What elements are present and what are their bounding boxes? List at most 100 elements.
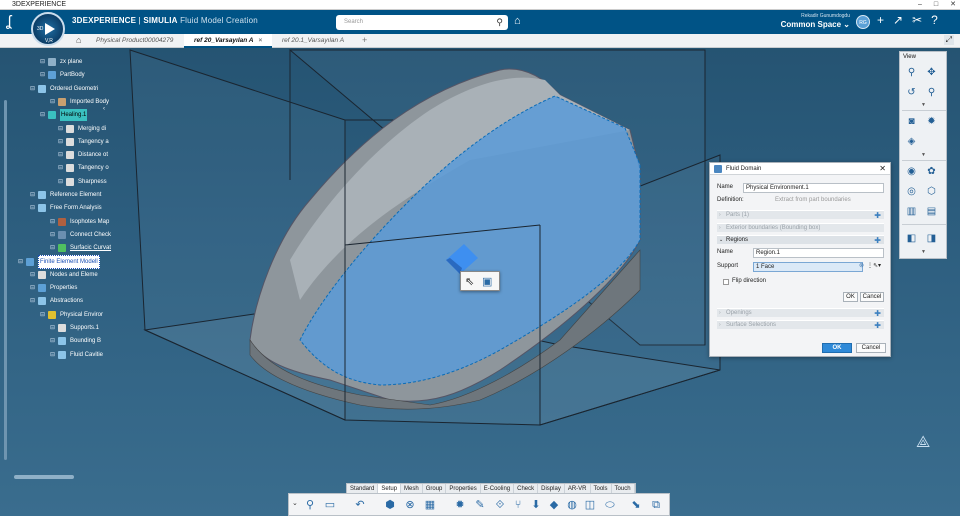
tree-node[interactable]: ⊟ Reference Element bbox=[30, 189, 101, 201]
page-icon[interactable]: ▭ bbox=[323, 498, 337, 512]
help-icon[interactable]: ? bbox=[931, 13, 938, 27]
settings-icon[interactable]: ✹ bbox=[453, 498, 467, 512]
tree-node[interactable]: ⊟ Free Form Analysis bbox=[30, 202, 102, 214]
hide-show-icon[interactable]: ◧ bbox=[904, 231, 919, 246]
minimize-button[interactable]: – bbox=[918, 0, 922, 10]
zoom-fit-icon[interactable]: ⚲ bbox=[303, 498, 317, 512]
mesh-part-icon[interactable]: ⟐ bbox=[493, 498, 507, 512]
tree-node[interactable]: ⊟ Healing.1 bbox=[40, 109, 88, 122]
tree-expander-icon[interactable]: ⊟ bbox=[58, 123, 64, 135]
region-cancel-button[interactable]: Cancel bbox=[860, 292, 884, 302]
tree-expander-icon[interactable]: ⊟ bbox=[58, 176, 64, 188]
tree-node[interactable]: ⊟ Isophotes Map bbox=[50, 216, 109, 228]
tree-node[interactable]: ⊟ Tangency o bbox=[58, 162, 109, 174]
tab-physical-product[interactable]: Physical Product00004279 bbox=[86, 34, 183, 48]
action-tab[interactable]: Touch bbox=[612, 484, 635, 493]
tree-expander-icon[interactable]: ⊟ bbox=[58, 136, 64, 148]
camera-icon[interactable]: ◎ bbox=[904, 184, 919, 199]
tree-expander-icon[interactable]: ⊟ bbox=[50, 229, 56, 241]
table-icon[interactable]: ▦ bbox=[423, 498, 437, 512]
select-cursor-icon[interactable]: ⇖ bbox=[465, 275, 474, 288]
tree-node[interactable]: ⊟ Tangency a bbox=[58, 136, 109, 148]
definition-select[interactable]: Extract from part boundaries bbox=[773, 196, 884, 206]
action-tab[interactable]: Group bbox=[423, 484, 447, 493]
zoom-icon[interactable]: ⚲ bbox=[924, 85, 939, 100]
tree-node[interactable]: ⊟ Merging di bbox=[58, 123, 106, 135]
tree-node[interactable]: ⊟ zx plane bbox=[40, 56, 82, 68]
tools-icon[interactable]: ✂ bbox=[912, 13, 922, 27]
selection-mode-icon[interactable]: ⇖▾ bbox=[873, 262, 881, 269]
ok-button[interactable]: OK bbox=[822, 343, 852, 353]
tree-expander-icon[interactable]: ⊟ bbox=[30, 295, 36, 307]
action-tab[interactable]: AR-VR bbox=[565, 484, 591, 493]
tree-expander-icon[interactable]: ⊟ bbox=[50, 216, 56, 228]
render-icon[interactable]: ◉ bbox=[904, 164, 919, 179]
tag-icon[interactable]: ⌂ bbox=[514, 15, 521, 27]
rotate-icon[interactable]: ↺ bbox=[904, 85, 919, 100]
clear-selection-icon[interactable]: ⊗ bbox=[859, 262, 864, 269]
tab-ref20-1[interactable]: ref 20.1_Varsayılan A bbox=[272, 34, 354, 48]
cylinder-icon[interactable]: ◍ bbox=[565, 498, 579, 512]
add-icon[interactable]: ✚ bbox=[874, 309, 881, 318]
brush-icon[interactable]: ✎ bbox=[473, 498, 487, 512]
tree-expander-icon[interactable]: ⊟ bbox=[58, 162, 64, 174]
tree-node[interactable]: ⊟ Ordered Geometri bbox=[30, 83, 98, 95]
tree-expander-icon[interactable]: ⊟ bbox=[40, 69, 46, 81]
add-icon[interactable]: ✚ bbox=[874, 211, 881, 220]
undo-icon[interactable]: ↶ bbox=[353, 498, 367, 512]
3d-compass-icon[interactable]: ⟁ bbox=[916, 434, 930, 452]
flip-direction-checkbox[interactable] bbox=[723, 279, 729, 285]
chevron-down-icon[interactable]: ⌄ bbox=[292, 499, 298, 507]
tree-expander-icon[interactable]: ⊟ bbox=[30, 83, 36, 95]
compass-widget[interactable]: 3D V,R bbox=[31, 12, 65, 46]
appearance-icon[interactable]: ✿ bbox=[924, 164, 939, 179]
swap-visible-icon[interactable]: ◨ bbox=[924, 231, 939, 246]
maximize-button[interactable]: □ bbox=[934, 0, 938, 10]
search-input[interactable]: Search ⚲ bbox=[336, 15, 508, 30]
collab-space[interactable]: Common Space ⌄ bbox=[781, 20, 850, 29]
name-field[interactable]: Physical Environment.1 bbox=[743, 183, 884, 193]
tree-vertical-scrollbar[interactable] bbox=[4, 100, 7, 460]
tree-node[interactable]: ⊟ Distance ot bbox=[58, 149, 108, 161]
view-settings-icon[interactable]: ✹ bbox=[924, 114, 939, 129]
tree-node[interactable]: ⊟ Nodes and Eleme bbox=[30, 269, 98, 281]
action-tab[interactable]: Mesh bbox=[401, 484, 423, 493]
tree-node[interactable]: ⊟ Bounding B bbox=[50, 335, 101, 347]
close-window-button[interactable]: ✕ bbox=[950, 0, 956, 10]
tree-expander-icon[interactable]: ⊟ bbox=[18, 256, 24, 268]
tree-node[interactable]: ⊟ Connect Check bbox=[50, 229, 111, 241]
tree-node[interactable]: ⊟ Surfacic Curvat bbox=[50, 242, 111, 254]
close-tab-icon[interactable]: × bbox=[259, 37, 263, 44]
tree-node[interactable]: ⊟ Supports.1 bbox=[50, 322, 99, 334]
add-icon[interactable]: ✚ bbox=[874, 321, 881, 330]
tree-node[interactable]: ⊟ Fluid Cavitie bbox=[50, 349, 103, 361]
clipping-icon[interactable]: ▤ bbox=[924, 204, 939, 219]
import-icon[interactable]: ⬇ bbox=[529, 498, 543, 512]
action-tab[interactable]: Display bbox=[538, 484, 565, 493]
exterior-boundaries-section[interactable]: › Exterior boundaries (Bounding box) bbox=[717, 223, 884, 232]
tree-node[interactable]: ⊟ Physical Enviror bbox=[40, 309, 103, 321]
support-field[interactable]: 1 Face bbox=[753, 262, 863, 272]
tree-node[interactable]: ⊟ Sharpness bbox=[58, 176, 107, 188]
region-ok-button[interactable]: OK bbox=[843, 292, 858, 302]
measure-icon[interactable]: ⬭ bbox=[603, 498, 617, 512]
tree-expander-icon[interactable]: ⊟ bbox=[30, 189, 36, 201]
tree-expander-icon[interactable]: ⊟ bbox=[50, 242, 56, 254]
tree-expander-icon[interactable]: ⊟ bbox=[30, 269, 36, 281]
section-icon[interactable]: ▥ bbox=[904, 204, 919, 219]
action-tab[interactable]: Check bbox=[514, 484, 539, 493]
home-icon[interactable]: ⌂ bbox=[76, 35, 81, 45]
tree-expander-icon[interactable]: ⊟ bbox=[40, 309, 46, 321]
tree-expander-icon[interactable]: ⊟ bbox=[58, 149, 64, 161]
tree-node[interactable]: ⊟ Properties bbox=[30, 282, 77, 294]
section-tool-icon[interactable]: ◫ bbox=[583, 498, 597, 512]
parts-section[interactable]: › Parts (1) ✚ bbox=[717, 210, 884, 220]
close-icon[interactable]: ✕ bbox=[879, 163, 886, 175]
pan-icon[interactable]: ✥ bbox=[924, 65, 939, 80]
surface-selections-section[interactable]: › Surface Selections ✚ bbox=[717, 320, 884, 330]
action-tab[interactable]: Tools bbox=[591, 484, 612, 493]
user-info[interactable]: Rekadir Gunumdogdu Common Space ⌄ bbox=[781, 13, 850, 29]
expand-arrow-icon[interactable]: ▼ bbox=[921, 152, 926, 158]
tree-horizontal-scrollbar[interactable] bbox=[14, 475, 74, 479]
stack-icon[interactable]: ⧉ bbox=[649, 498, 663, 512]
